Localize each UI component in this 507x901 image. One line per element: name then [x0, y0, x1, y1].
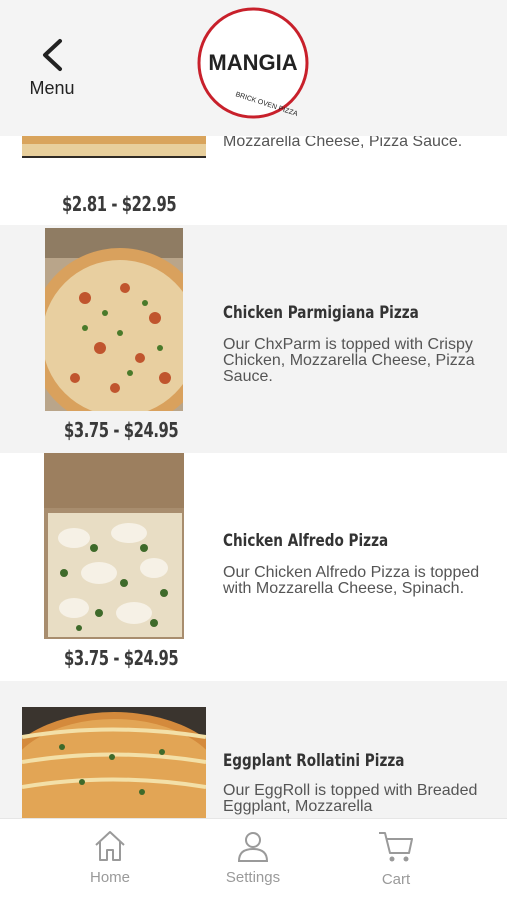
item-description: Our Chicken Alfredo Pizza is topped with… — [223, 564, 480, 597]
menu-item[interactable]: Chicken Parmigiana Pizza Our ChxParm is … — [0, 225, 507, 453]
mangia-logo: MANGIA BRICK OVEN PIZZA — [196, 6, 310, 120]
menu-item[interactable]: Eggplant Rollatini Pizza Our EggRoll is … — [0, 681, 507, 818]
chevron-left-icon — [43, 39, 62, 71]
item-description: Mozzarella Cheese, Pizza Sauce. — [223, 133, 463, 150]
tab-cart[interactable]: Cart — [346, 829, 446, 899]
tab-cart-label: Cart — [381, 871, 411, 888]
item-description: Our EggRoll is topped with Breaded Eggpl… — [223, 782, 478, 815]
home-icon — [95, 831, 125, 861]
pizza-image — [45, 228, 183, 411]
item-description: Our ChxParm is topped with Crispy Chicke… — [223, 336, 475, 385]
item-price: $3.75 - $24.95 — [64, 646, 179, 670]
cart-icon — [379, 832, 413, 862]
user-icon — [237, 832, 269, 862]
back-label: Menu — [29, 78, 75, 98]
bottom-tab-bar: Home Settings Cart — [0, 818, 507, 901]
item-price: $3.75 - $24.95 — [64, 418, 179, 442]
pizza-image — [44, 453, 184, 639]
item-title: Chicken Alfredo Pizza — [223, 531, 389, 551]
tab-settings-label: Settings — [225, 869, 281, 886]
tab-home[interactable]: Home — [60, 829, 160, 899]
back-button[interactable]: Menu — [22, 38, 82, 108]
item-price: $2.81 - $22.95 — [62, 192, 177, 216]
pizza-image — [22, 707, 206, 818]
item-title: Chicken Parmigiana Pizza — [223, 303, 419, 323]
tab-home-label: Home — [89, 869, 130, 886]
svg-text:MANGIA: MANGIA — [208, 50, 297, 75]
app-header: Menu MANGIA BRICK OVEN PIZZA — [0, 0, 507, 136]
tab-settings[interactable]: Settings — [203, 829, 303, 899]
item-title: Eggplant Rollatini Pizza — [223, 751, 405, 771]
menu-item[interactable]: Chicken Alfredo Pizza Our Chicken Alfred… — [0, 453, 507, 681]
